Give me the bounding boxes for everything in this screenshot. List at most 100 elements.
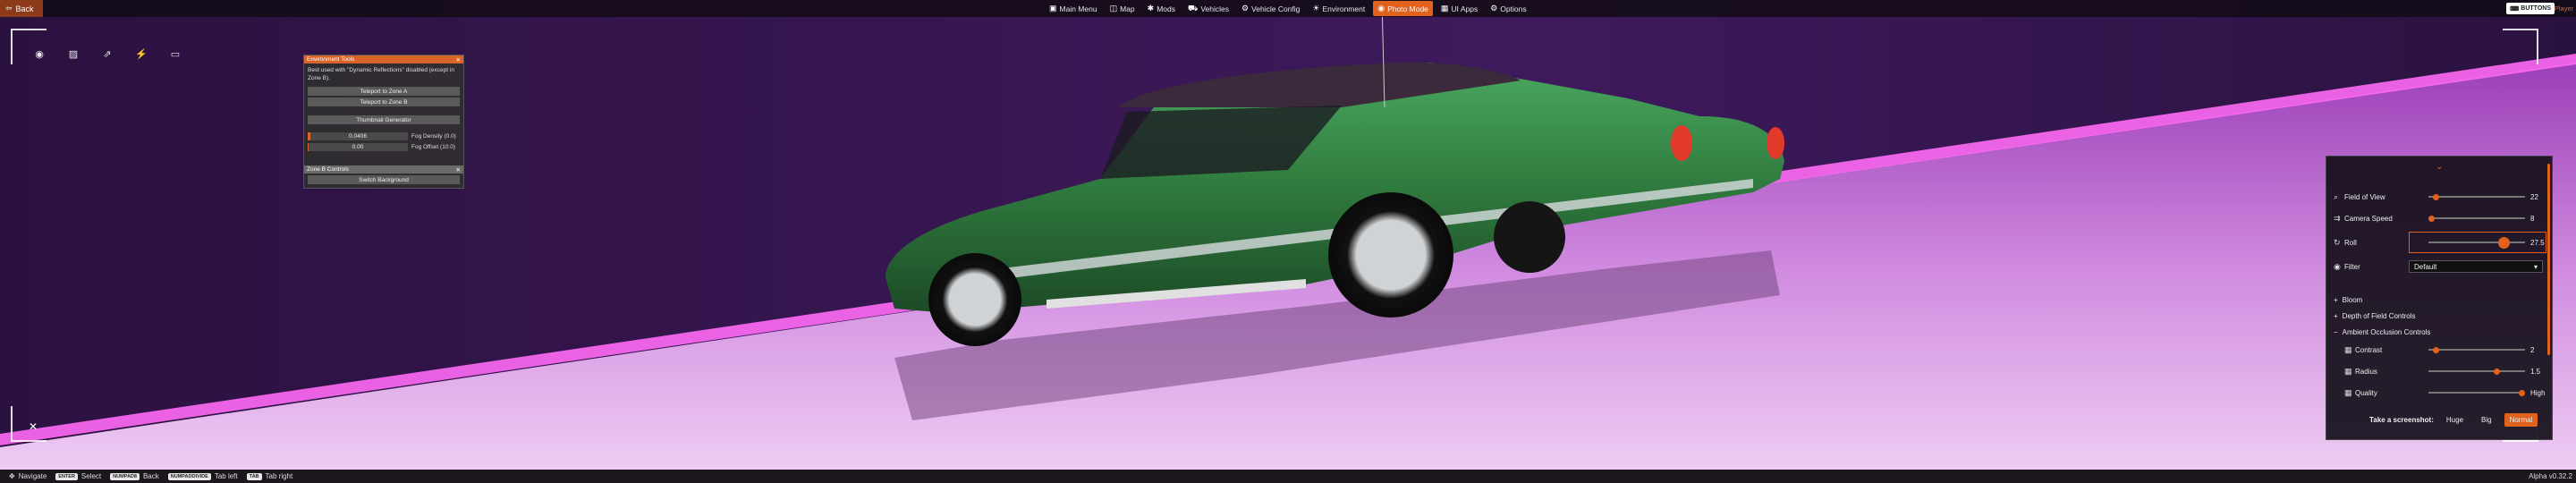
- radius-slider[interactable]: [2428, 368, 2525, 375]
- radius-value[interactable]: 1.5: [2530, 368, 2548, 376]
- back-button[interactable]: ⇦ Back: [0, 0, 43, 17]
- fov-row: ⌕ Field of View 22: [2334, 189, 2548, 205]
- environment-tools-panel: Environment Tools ✕ Best used with "Dyna…: [303, 55, 464, 189]
- frame-corner-tr: [2503, 29, 2538, 64]
- nav-vehicle-config[interactable]: ⚙ Vehicle Config: [1237, 1, 1304, 16]
- camera-speed-label: Camera Speed: [2344, 214, 2393, 223]
- zone-b-header[interactable]: Zone B Controls ✕: [304, 165, 463, 174]
- image-icon[interactable]: ▨: [66, 47, 80, 61]
- screenshot-huge-button[interactable]: Huge: [2441, 413, 2469, 427]
- roll-knob[interactable]: [2497, 236, 2510, 249]
- player-label: Player: [2554, 4, 2573, 13]
- env-panel-note: Best used with "Dynamic Reflections" dis…: [308, 67, 454, 81]
- dof-label: Depth of Field Controls: [2342, 312, 2416, 320]
- contrast-knob[interactable]: [2433, 346, 2440, 353]
- fog-density-slider[interactable]: 0.0406: [308, 131, 408, 140]
- contrast-value[interactable]: 2: [2530, 346, 2548, 354]
- fog-density-fill: [308, 131, 311, 140]
- camera-speed-value[interactable]: 8: [2530, 215, 2548, 223]
- fov-slider[interactable]: [2428, 193, 2525, 200]
- hint-navigate: ✥ Navigate: [9, 472, 47, 480]
- ao-expander[interactable]: − Ambient Occlusion Controls: [2334, 328, 2430, 336]
- thumbnail-generator-button[interactable]: Thumbnail Generator: [308, 115, 460, 124]
- roll-slider[interactable]: [2428, 236, 2525, 249]
- buttons-toggle[interactable]: ⌨ BUTTONS: [2506, 3, 2555, 14]
- quality-row: ▦ Quality High: [2344, 385, 2548, 401]
- nav-mods[interactable]: ✱ Mods: [1143, 1, 1180, 16]
- nav-label: Options: [1500, 4, 1527, 13]
- numpaddivide-key: NUMPADDIVIDE: [167, 472, 211, 480]
- nav-label: Photo Mode: [1387, 4, 1428, 13]
- screenshot-big-button[interactable]: Big: [2476, 413, 2497, 427]
- dof-expander[interactable]: + Depth of Field Controls: [2334, 312, 2416, 320]
- roll-row: ↻ Roll 27.5: [2334, 234, 2548, 250]
- close-icon[interactable]: ✕: [456, 166, 461, 174]
- buttons-label: BUTTONS: [2521, 5, 2551, 12]
- nav-label: Environment: [1322, 4, 1366, 13]
- hint-back: NUMPAD8 Back: [110, 472, 159, 480]
- screenshot-normal-button[interactable]: Normal: [2504, 413, 2538, 427]
- nav-main-menu[interactable]: ▣ Main Menu: [1045, 1, 1102, 16]
- radius-row: ▦ Radius 1.5: [2344, 363, 2548, 379]
- quality-knob[interactable]: [2519, 389, 2525, 396]
- nav-options[interactable]: ⚙ Options: [1486, 1, 1530, 16]
- bloom-expander[interactable]: + Bloom: [2334, 296, 2362, 304]
- fov-knob[interactable]: [2433, 193, 2440, 200]
- rear-wheel: [1328, 192, 1453, 318]
- camera-speed-slider[interactable]: [2428, 215, 2525, 222]
- menu-icon: ▣: [1049, 4, 1057, 13]
- select-label: Select: [80, 472, 102, 480]
- gear-icon: ⚙: [1490, 4, 1498, 13]
- nav-label: Vehicles: [1200, 4, 1229, 13]
- hint-tab-right: TAB Tab right: [246, 472, 292, 480]
- map-icon: ◫: [1109, 4, 1118, 13]
- nav-label: Mods: [1157, 4, 1175, 13]
- settings-scrollbar[interactable]: [2547, 164, 2550, 355]
- nav-label: Main Menu: [1059, 4, 1097, 13]
- filter-value: Default: [2414, 262, 2437, 271]
- photo-settings-panel: ⌄ ⌕ Field of View 22 ⇉ Camera Speed 8 ↻ …: [2326, 156, 2553, 440]
- close-icon[interactable]: ✕: [456, 56, 461, 64]
- fog-offset-row: 0.00 Fog Offset (10.0): [308, 142, 460, 151]
- camera-speed-knob[interactable]: [2428, 215, 2435, 222]
- filter-dropdown[interactable]: Default ▾: [2409, 260, 2543, 273]
- roll-label: Roll: [2344, 238, 2357, 247]
- sun-icon: ☀: [1312, 4, 1320, 13]
- quality-label: Quality: [2355, 388, 2377, 397]
- radius-knob[interactable]: [2493, 368, 2500, 375]
- far-wheel: [1494, 201, 1565, 273]
- fog-offset-slider[interactable]: 0.00: [308, 142, 408, 151]
- fog-offset-value: 0.00: [352, 143, 364, 150]
- camera-icon: ◉: [2334, 261, 2341, 271]
- fog-density-label: Fog Density (0.0): [411, 132, 456, 140]
- roll-value[interactable]: 27.5: [2530, 239, 2548, 247]
- nav-map[interactable]: ◫ Map: [1106, 1, 1140, 16]
- steam-icon[interactable]: ⚡: [134, 47, 148, 61]
- grid-icon: ▦: [2344, 344, 2352, 354]
- rotate-icon: ↻: [2334, 237, 2341, 247]
- mods-icon: ✱: [1147, 4, 1155, 13]
- teleport-zone-a-button[interactable]: Teleport to Zone A: [308, 87, 460, 96]
- env-panel-header[interactable]: Environment Tools ✕: [304, 55, 463, 64]
- folder-icon[interactable]: ▭: [168, 47, 182, 61]
- apps-icon: ▦: [1440, 4, 1449, 13]
- fog-offset-label: Fog Offset (10.0): [411, 143, 456, 150]
- share-icon[interactable]: ⇗: [100, 47, 114, 61]
- player-selector[interactable]: Player: [2555, 3, 2573, 14]
- teleport-zone-b-button[interactable]: Teleport to Zone B: [308, 97, 460, 106]
- nav-ui-apps[interactable]: ▦ UI Apps: [1436, 1, 1482, 16]
- nav-label: Vehicle Config: [1251, 4, 1301, 13]
- nav-environment[interactable]: ☀ Environment: [1308, 1, 1369, 16]
- nav-vehicles[interactable]: ⛟ Vehicles: [1183, 1, 1233, 16]
- camera-icon: ◉: [1377, 4, 1385, 13]
- nav-photo-mode[interactable]: ◉ Photo Mode: [1373, 1, 1433, 16]
- main-nav: ▣ Main Menu ◫ Map ✱ Mods ⛟ Vehicles ⚙ Vehicle Con…: [1045, 0, 1531, 17]
- switch-background-button[interactable]: Switch Background: [308, 175, 460, 184]
- quality-slider[interactable]: [2428, 389, 2525, 396]
- contrast-slider[interactable]: [2428, 346, 2525, 353]
- quality-value[interactable]: High: [2530, 389, 2548, 397]
- fov-value[interactable]: 22: [2530, 193, 2548, 201]
- chevron-down-icon[interactable]: ⌄: [2436, 162, 2443, 172]
- close-icon[interactable]: ✕: [29, 420, 38, 433]
- fov-label: Field of View: [2344, 192, 2385, 201]
